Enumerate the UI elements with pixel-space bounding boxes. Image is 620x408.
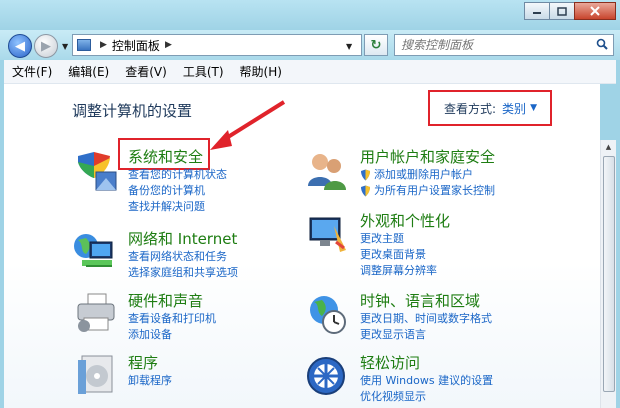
category-link[interactable]: 备份您的计算机 [128,183,227,199]
printer-icon[interactable] [74,292,118,336]
category-title[interactable]: 用户帐户和家庭安全 [360,146,495,167]
recent-pages-dropdown[interactable]: ▼ [62,42,68,51]
window-controls [524,2,616,20]
menu-tools[interactable]: 工具(T) [183,63,224,80]
refresh-button[interactable]: ↻ [364,34,388,56]
category-link[interactable]: 查看您的计算机状态 [128,167,227,183]
category-link[interactable]: 卸载程序 [128,373,172,389]
category-clock-language: 时钟、语言和区域 更改日期、时间或数字格式 更改显示语言 [360,290,492,343]
address-field[interactable]: ▶ 控制面板 ▶ [72,34,362,56]
scroll-thumb[interactable] [603,156,615,392]
search-box[interactable] [394,34,614,56]
address-history-dropdown[interactable]: ▼ [346,42,352,51]
minimize-icon [533,12,541,14]
category-link[interactable]: 查看设备和打印机 [128,311,216,327]
category-system-security: 系统和安全 查看您的计算机状态 备份您的计算机 查找并解决问题 [128,146,227,215]
chevron-right-icon[interactable]: ▶ [165,40,172,50]
back-button[interactable]: ◀ [8,34,32,58]
category-link[interactable]: 为所有用户设置家长控制 [360,183,495,199]
maximize-icon [557,6,567,16]
minimize-button[interactable] [524,2,550,20]
category-user-accounts: 用户帐户和家庭安全 添加或删除用户帐户 为所有用户设置家长控制 [360,146,495,199]
category-title[interactable]: 网络和 Internet [128,228,238,249]
shield-icon[interactable] [74,150,118,194]
display-icon[interactable] [304,212,348,256]
category-title[interactable]: 外观和个性化 [360,210,450,231]
category-title[interactable]: 轻松访问 [360,352,493,373]
uac-shield-icon [361,169,370,181]
breadcrumb-control-panel[interactable]: 控制面板 [112,37,160,54]
category-link[interactable]: 查看网络状态和任务 [128,249,238,265]
view-by-label: 查看方式: [444,101,497,116]
globe-clock-icon[interactable] [304,292,348,336]
search-input[interactable] [401,38,591,52]
category-network-internet: 网络和 Internet 查看网络状态和任务 选择家庭组和共享选项 [128,228,238,281]
category-link-text[interactable]: 添加或删除用户帐户 [374,167,473,183]
network-icon[interactable] [72,230,116,274]
address-toolbar: ◀ ▶ ▼ ▶ 控制面板 ▶ ▼ ↻ [0,30,620,60]
view-by-dropdown[interactable]: 类别 [502,100,526,117]
menu-edit[interactable]: 编辑(E) [68,63,109,80]
programs-icon[interactable] [74,354,118,398]
category-ease-of-access: 轻松访问 使用 Windows 建议的设置 优化视频显示 [360,352,493,405]
menu-help[interactable]: 帮助(H) [240,63,282,80]
category-link[interactable]: 更改显示语言 [360,327,492,343]
category-link[interactable]: 使用 Windows 建议的设置 [360,373,493,389]
close-icon [590,6,600,16]
menu-bar: 文件(F) 编辑(E) 查看(V) 工具(T) 帮助(H) [4,60,616,84]
scroll-up-icon[interactable]: ▲ [601,140,616,154]
category-link[interactable]: 选择家庭组和共享选项 [128,265,238,281]
category-link[interactable]: 更改桌面背景 [360,247,450,263]
forward-button[interactable]: ▶ [34,34,58,58]
category-link[interactable]: 调整屏幕分辨率 [360,263,450,279]
ease-of-access-icon[interactable] [304,354,348,398]
category-link[interactable]: 更改日期、时间或数字格式 [360,311,492,327]
category-hardware-sound: 硬件和声音 查看设备和打印机 添加设备 [128,290,216,343]
users-icon[interactable] [304,150,348,194]
category-title[interactable]: 硬件和声音 [128,290,216,311]
page-title: 调整计算机的设置 [72,102,193,120]
category-title[interactable]: 时钟、语言和区域 [360,290,492,311]
menu-file[interactable]: 文件(F) [12,63,52,80]
category-link[interactable]: 添加或删除用户帐户 [360,167,495,183]
chevron-right-icon[interactable]: ▶ [100,40,107,50]
search-icon[interactable] [596,38,608,53]
maximize-button[interactable] [549,2,575,20]
category-programs: 程序 卸载程序 [128,352,172,389]
category-link[interactable]: 更改主题 [360,231,450,247]
category-link-text[interactable]: 为所有用户设置家长控制 [374,183,495,199]
uac-shield-icon [361,185,370,197]
category-link[interactable]: 查找并解决问题 [128,199,227,215]
close-button[interactable] [574,2,616,20]
menu-view[interactable]: 查看(V) [125,63,167,80]
category-title[interactable]: 系统和安全 [128,146,227,167]
caret-down-icon[interactable]: ▼ [530,103,537,113]
arrow-left-icon: ◀ [15,38,25,54]
category-link[interactable]: 添加设备 [128,327,216,343]
refresh-icon: ↻ [370,37,382,53]
view-by-highlight: 查看方式: 类别 ▼ [428,90,552,126]
category-title[interactable]: 程序 [128,352,172,373]
category-appearance: 外观和个性化 更改主题 更改桌面背景 调整屏幕分辨率 [360,210,450,279]
control-panel-icon [77,39,91,51]
category-link[interactable]: 优化视频显示 [360,389,493,405]
title-bar [0,0,620,30]
arrow-right-icon: ▶ [41,38,51,54]
vertical-scrollbar[interactable]: ▲ [600,140,616,408]
